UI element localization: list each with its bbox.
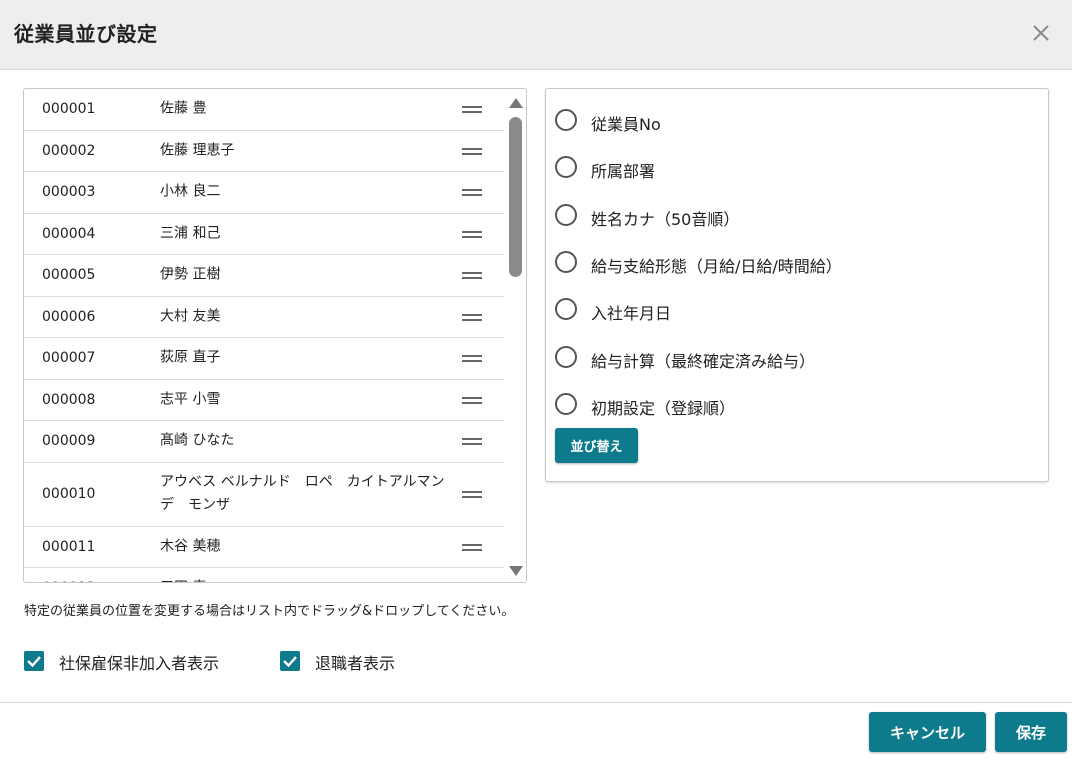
drag-handle-icon[interactable]	[462, 269, 482, 281]
employee-row[interactable]: 000010 アウベス ベルナルド ロペ カイトアルマンデ モンザ	[24, 463, 504, 527]
drag-handle-icon[interactable]	[462, 435, 482, 447]
employee-row[interactable]: 000004 三浦 和己	[24, 214, 504, 255]
sort-option-radio[interactable]: 入社年月日	[554, 295, 1034, 325]
sort-option-radio[interactable]: 姓名カナ（50音順）	[554, 201, 1034, 231]
sort-option-label: 給与支給形態（月給/日給/時間給）	[591, 256, 842, 276]
sort-option-label: 従業員No	[591, 115, 661, 134]
employee-name: 伊勢 正樹	[160, 266, 221, 283]
employee-name: 荻原 直子	[160, 349, 221, 366]
radio-unchecked-icon	[555, 250, 577, 273]
sort-option-label: 所属部署	[591, 162, 656, 182]
dialog-title: 従業員並び設定	[14, 22, 158, 46]
scroll-up-button[interactable]	[508, 95, 524, 109]
employee-row[interactable]: 000011 木谷 美穂	[24, 527, 504, 568]
employee-row[interactable]: 000001 佐藤 豊	[24, 89, 504, 131]
employee-row[interactable]: 000006 大村 友美	[24, 297, 504, 338]
employee-name: アウベス ベルナルド ロペ カイトアルマンデ モンザ	[160, 474, 445, 513]
employee-order-dialog: 従業員並び設定 000001 佐藤 豊 000002 佐藤 理恵子 000003 小林 良…	[0, 0, 1072, 760]
drag-handle-icon[interactable]	[462, 488, 482, 500]
employee-name: 小林 良二	[160, 183, 221, 200]
drag-handle-icon[interactable]	[462, 311, 482, 323]
drag-handle-icon[interactable]	[462, 541, 482, 553]
sort-option-label: 姓名カナ（50音順）	[591, 209, 740, 229]
list-scrollbar[interactable]	[504, 89, 526, 582]
drag-handle-icon[interactable]	[462, 228, 482, 240]
scroll-down-button[interactable]	[508, 563, 524, 577]
drag-handle-icon[interactable]	[462, 352, 482, 364]
sort-option-radio[interactable]: 給与支給形態（月給/日給/時間給）	[554, 248, 1034, 278]
employee-code: 000001	[42, 101, 96, 118]
radio-unchecked-icon	[555, 156, 577, 179]
employee-code: 000009	[42, 433, 96, 450]
employee-code: 000012	[42, 580, 95, 582]
sort-option-label: 給与計算（最終確定済み給与）	[591, 351, 816, 371]
employee-code: 000003	[42, 184, 96, 201]
employee-row[interactable]: 000012 三田 泰	[24, 568, 504, 583]
employee-name: 大村 友美	[160, 308, 221, 325]
employee-row[interactable]: 000005 伊勢 正樹	[24, 255, 504, 297]
save-button[interactable]: 保存	[995, 712, 1067, 752]
employee-name: 三田 泰	[160, 577, 450, 582]
employee-name: 髙崎 ひなた	[160, 432, 235, 449]
sort-option-radio[interactable]: 従業員No	[554, 106, 1034, 136]
scroll-thumb[interactable]	[509, 117, 522, 277]
employee-code: 000005	[42, 267, 96, 284]
employee-code: 000010	[42, 486, 96, 502]
employee-name: 木谷 美穂	[160, 538, 221, 555]
drag-drop-hint: 特定の従業員の位置を変更する場合はリスト内でドラッグ&ドロップしてください。	[24, 604, 515, 619]
employee-code: 000007	[42, 350, 96, 367]
footer-divider	[0, 702, 1072, 703]
triangle-up-icon	[509, 98, 523, 108]
employee-name: 三浦 和己	[160, 225, 221, 242]
radio-unchecked-icon	[555, 109, 577, 131]
sort-option-radio[interactable]: 所属部署	[554, 153, 1034, 183]
checkbox-checked-icon	[280, 651, 300, 671]
employee-code: 000006	[42, 308, 96, 325]
employee-code: 000002	[42, 142, 96, 159]
radio-unchecked-icon	[555, 345, 577, 368]
sort-option-radio[interactable]: 初期設定（登録順）	[554, 390, 1034, 420]
dialog-header: 従業員並び設定	[0, 0, 1072, 70]
sort-option-label: 入社年月日	[591, 304, 672, 324]
employee-list: 000001 佐藤 豊 000002 佐藤 理恵子 000003 小林 良二 000004 三…	[23, 88, 527, 583]
drag-handle-icon[interactable]	[462, 582, 482, 583]
sort-options-panel: 従業員No 所属部署姓名カナ（50音順） 給与支給形態（月給/日給/時間給） 入社年月…	[545, 88, 1049, 482]
sort-option-radio[interactable]: 給与計算（最終確定済み給与）	[554, 343, 1034, 373]
radio-unchecked-icon	[555, 392, 577, 415]
close-button[interactable]	[1026, 18, 1056, 48]
sort-button[interactable]: 並び替え	[555, 428, 638, 463]
employee-row[interactable]: 000008 志平 小雪	[24, 380, 504, 421]
radio-unchecked-icon	[555, 298, 577, 321]
show-retired-label: 退職者表示	[315, 654, 396, 673]
drag-handle-icon[interactable]	[462, 394, 482, 406]
employee-code: 000011	[42, 538, 96, 555]
employee-code: 000008	[42, 391, 96, 408]
employee-name: 志平 小雪	[160, 391, 221, 408]
sort-option-label: 初期設定（登録順）	[591, 398, 736, 418]
drag-handle-icon[interactable]	[462, 103, 482, 115]
drag-handle-icon[interactable]	[462, 186, 482, 198]
cancel-button[interactable]: キャンセル	[869, 712, 986, 752]
employee-list-rows: 000001 佐藤 豊 000002 佐藤 理恵子 000003 小林 良二 000004 三…	[24, 89, 504, 583]
employee-row[interactable]: 000003 小林 良二	[24, 172, 504, 214]
employee-name: 佐藤 豊	[160, 100, 207, 117]
close-icon	[1033, 25, 1049, 41]
employee-name: 佐藤 理恵子	[160, 142, 235, 159]
drag-handle-icon[interactable]	[462, 145, 482, 157]
triangle-down-icon	[509, 566, 523, 576]
employee-code: 000004	[42, 225, 96, 242]
checkbox-checked-icon	[24, 651, 44, 671]
employee-row[interactable]: 000002 佐藤 理恵子	[24, 131, 504, 172]
radio-unchecked-icon	[555, 203, 577, 226]
employee-row[interactable]: 000009 髙崎 ひなた	[24, 421, 504, 463]
show-non-insured-label: 社保雇保非加入者表示	[59, 654, 220, 673]
employee-row[interactable]: 000007 荻原 直子	[24, 338, 504, 380]
